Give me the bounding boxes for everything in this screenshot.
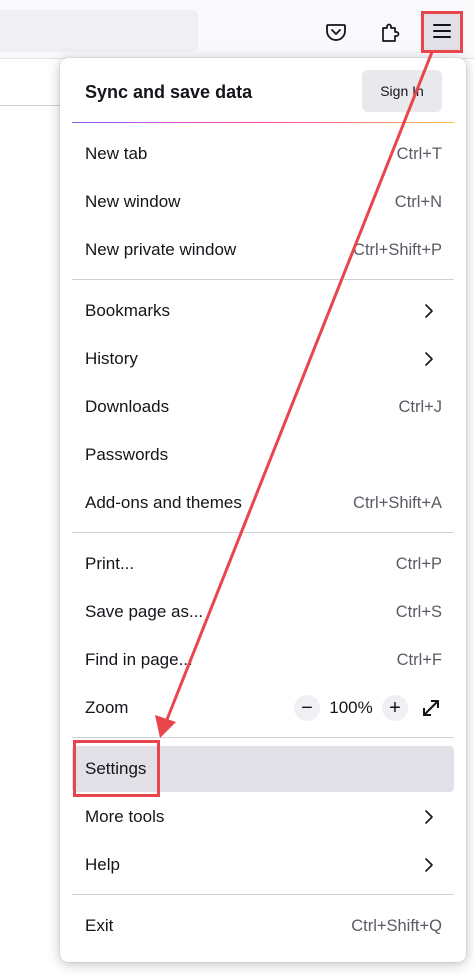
sync-title: Sync and save data bbox=[85, 81, 253, 102]
menu-item-label: More tools bbox=[85, 807, 165, 826]
sign-in-button[interactable]: Sign In bbox=[362, 70, 442, 112]
shortcut-label: Ctrl+F bbox=[396, 650, 442, 669]
menu-divider bbox=[72, 532, 454, 533]
shortcut-label: Ctrl+N bbox=[394, 192, 442, 211]
menu-item-label: Downloads bbox=[85, 397, 170, 416]
menu-item-label: New window bbox=[85, 192, 181, 211]
shortcut-label: Ctrl+S bbox=[395, 602, 442, 621]
menu-item-print[interactable]: Print... Ctrl+P bbox=[72, 541, 454, 587]
menu-item-label: New private window bbox=[85, 240, 237, 259]
menu-item-passwords[interactable]: Passwords bbox=[72, 432, 454, 478]
menu-item-label: Exit bbox=[85, 916, 114, 935]
menu-item-history[interactable]: History bbox=[72, 336, 454, 382]
zoom-in-button[interactable]: + bbox=[382, 695, 408, 721]
menu-item-downloads[interactable]: Downloads Ctrl+J bbox=[72, 384, 454, 430]
menu-item-label: Print... bbox=[85, 554, 135, 573]
zoom-controls: − 100% + bbox=[294, 685, 446, 731]
menu-item-label: Add-ons and themes bbox=[85, 493, 242, 512]
chevron-right-icon bbox=[425, 858, 433, 872]
pocket-icon bbox=[326, 24, 346, 41]
shortcut-label: Ctrl+P bbox=[395, 554, 442, 573]
menu-item-bookmarks[interactable]: Bookmarks bbox=[72, 288, 454, 334]
menu-item-new-window[interactable]: New window Ctrl+N bbox=[72, 179, 454, 225]
settings-highlight bbox=[73, 740, 160, 797]
menu-button-highlight bbox=[421, 11, 463, 53]
menu-item-exit[interactable]: Exit Ctrl+Shift+Q bbox=[72, 903, 454, 949]
menu-item-label: Find in page... bbox=[85, 650, 193, 669]
menu-divider bbox=[72, 737, 454, 738]
menu-divider bbox=[72, 894, 454, 895]
browser-window: Sync and save data Sign In New tab Ctrl+… bbox=[0, 0, 474, 975]
menu-item-label: New tab bbox=[85, 144, 148, 163]
zoom-out-button[interactable]: − bbox=[294, 695, 320, 721]
pocket-button[interactable] bbox=[316, 12, 356, 52]
shortcut-label: Ctrl+Shift+Q bbox=[351, 916, 442, 935]
menu-divider bbox=[72, 279, 454, 280]
menu-item-new-private-window[interactable]: New private window Ctrl+Shift+P bbox=[72, 227, 454, 273]
app-menu-panel: Sync and save data Sign In New tab Ctrl+… bbox=[60, 58, 466, 962]
shortcut-label: Ctrl+T bbox=[396, 144, 442, 163]
menu-item-label: Passwords bbox=[85, 445, 169, 464]
extensions-button[interactable] bbox=[370, 12, 410, 52]
menu-item-label: Help bbox=[85, 855, 120, 874]
menu-item-label: History bbox=[85, 349, 138, 368]
url-bar[interactable] bbox=[0, 10, 198, 52]
menu-item-label: Save page as... bbox=[85, 602, 204, 621]
shortcut-label: Ctrl+J bbox=[398, 397, 442, 416]
zoom-level[interactable]: 100% bbox=[320, 698, 382, 718]
menu-item-new-tab[interactable]: New tab Ctrl+T bbox=[72, 131, 454, 177]
sync-header: Sync and save data Sign In bbox=[72, 70, 454, 114]
menu-item-label: Bookmarks bbox=[85, 301, 171, 320]
extensions-icon bbox=[382, 23, 400, 42]
menu-item-zoom: Zoom − 100% + bbox=[72, 685, 454, 731]
menu-item-more-tools[interactable]: More tools bbox=[72, 794, 454, 840]
shortcut-label: Ctrl+Shift+P bbox=[353, 240, 442, 259]
sync-divider bbox=[72, 122, 454, 123]
shortcut-label: Ctrl+Shift+A bbox=[353, 493, 442, 512]
menu-item-save-page-as[interactable]: Save page as... Ctrl+S bbox=[72, 589, 454, 635]
chevron-right-icon bbox=[425, 304, 433, 318]
menu-item-addons-and-themes[interactable]: Add-ons and themes Ctrl+Shift+A bbox=[72, 480, 454, 526]
menu-item-find-in-page[interactable]: Find in page... Ctrl+F bbox=[72, 637, 454, 683]
fullscreen-button[interactable] bbox=[416, 693, 446, 723]
fullscreen-icon bbox=[423, 700, 439, 716]
menu-item-label: Zoom bbox=[85, 698, 129, 717]
browser-toolbar bbox=[0, 0, 474, 59]
chevron-right-icon bbox=[425, 810, 433, 824]
chevron-right-icon bbox=[425, 352, 433, 366]
menu-item-help[interactable]: Help bbox=[72, 842, 454, 888]
